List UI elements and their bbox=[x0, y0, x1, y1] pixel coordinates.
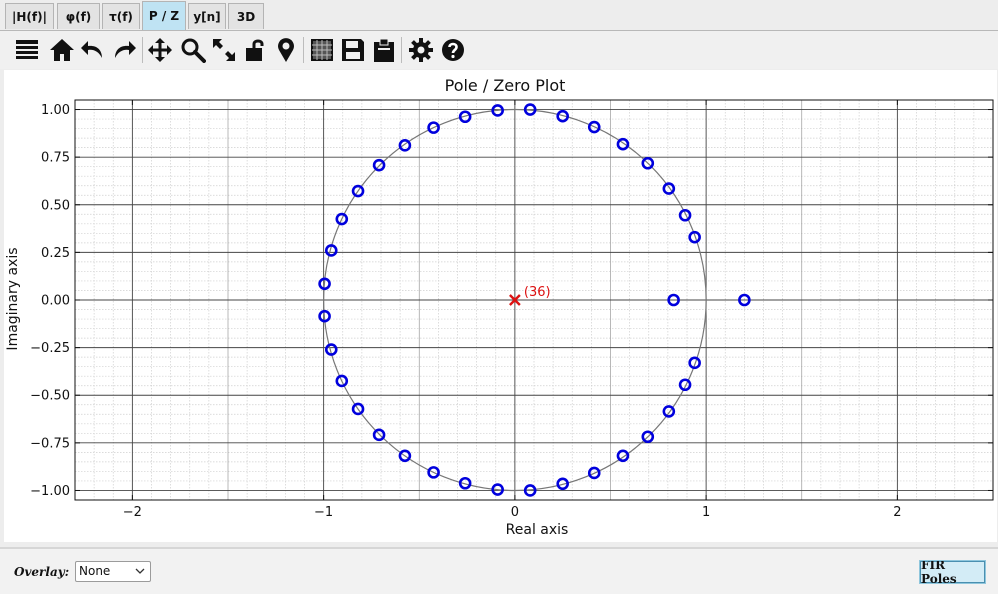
y-tick-label: 0.00 bbox=[41, 294, 70, 309]
plot-tab-bar: |H(f)| φ(f) τ(f) P / Z y[n] 3D bbox=[0, 0, 998, 31]
undo-icon[interactable] bbox=[78, 35, 108, 65]
tab-magnitude[interactable]: |H(f)| bbox=[5, 3, 54, 29]
overlay-select[interactable]: None bbox=[75, 561, 151, 582]
tab-impulse-response[interactable]: y[n] bbox=[188, 3, 226, 29]
x-tick-label: 0 bbox=[511, 505, 519, 520]
axis-ticks: −2 −1 0 1 2 1.00 0.75 0.50 0.25 0.00 −0.25 −0.50 −0.… bbox=[30, 100, 993, 520]
y-tick-label: 0.25 bbox=[41, 246, 70, 261]
zero-marker bbox=[616, 449, 630, 463]
x-tick-label: 2 bbox=[893, 505, 901, 520]
zero-marker bbox=[662, 405, 676, 418]
pan-icon[interactable] bbox=[145, 35, 175, 65]
fit-view-icon[interactable] bbox=[209, 35, 239, 65]
y-tick-label: −0.50 bbox=[30, 389, 70, 404]
y-tick-label: 0.50 bbox=[41, 198, 70, 213]
y-tick-label: −1.00 bbox=[30, 484, 70, 499]
overlay-label: Overlay: bbox=[14, 565, 70, 579]
zero-marker bbox=[678, 378, 692, 392]
x-axis-label: Real axis bbox=[506, 522, 569, 538]
zero-marker bbox=[616, 137, 630, 151]
y-tick-label: −0.25 bbox=[30, 341, 70, 356]
pole-multiplicity-label: (36) bbox=[524, 285, 551, 300]
fir-poles-button[interactable]: FIR Poles bbox=[919, 558, 986, 586]
tab-phase[interactable]: φ(f) bbox=[57, 3, 100, 29]
lock-icon[interactable] bbox=[240, 35, 270, 65]
marker-icon[interactable] bbox=[271, 35, 301, 65]
x-tick-label: 1 bbox=[702, 505, 710, 520]
help-icon[interactable] bbox=[438, 35, 468, 65]
y-tick-label: −0.75 bbox=[30, 436, 70, 451]
zero-marker bbox=[662, 182, 676, 195]
redo-icon[interactable] bbox=[109, 35, 139, 65]
settings-icon[interactable] bbox=[406, 35, 436, 65]
plot-toolbar bbox=[0, 31, 998, 69]
y-axis-label: Imaginary axis bbox=[5, 247, 21, 350]
chevron-down-icon bbox=[135, 565, 145, 579]
hamburger-menu-icon[interactable] bbox=[12, 35, 42, 65]
zero-marker bbox=[678, 208, 692, 222]
home-icon[interactable] bbox=[47, 35, 77, 65]
y-tick-label: 1.00 bbox=[41, 103, 70, 118]
x-tick-label: −1 bbox=[314, 505, 333, 520]
save-icon[interactable] bbox=[338, 35, 368, 65]
tab-pole-zero[interactable]: P / Z bbox=[142, 1, 186, 30]
tab-group-delay[interactable]: τ(f) bbox=[102, 3, 140, 29]
zero-marker bbox=[398, 139, 412, 152]
chart-title: Pole / Zero Plot bbox=[445, 76, 566, 95]
y-tick-label: 0.75 bbox=[41, 151, 70, 166]
plot-panel: Pole / Zero Plot (36) −2 −1 0 1 2 1.00 0.75 0.5… bbox=[4, 70, 997, 542]
tab-3d[interactable]: 3D bbox=[228, 3, 264, 29]
clipboard-icon[interactable] bbox=[369, 35, 399, 65]
zoom-icon[interactable] bbox=[178, 35, 208, 65]
bottom-bar: Overlay: None FIR Poles bbox=[0, 547, 998, 594]
x-tick-label: −2 bbox=[123, 505, 142, 520]
overlay-value: None bbox=[79, 564, 111, 578]
pole-zero-chart[interactable]: Pole / Zero Plot (36) −2 −1 0 1 2 1.00 0.75 0.5… bbox=[4, 70, 997, 542]
grid-icon[interactable] bbox=[307, 35, 337, 65]
